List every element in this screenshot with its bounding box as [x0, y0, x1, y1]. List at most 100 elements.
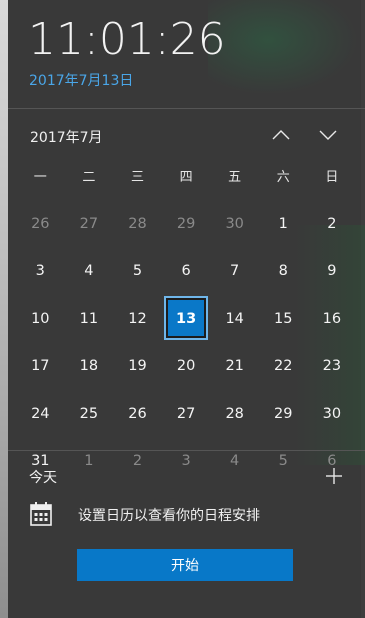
weekday-label: 日	[325, 170, 339, 185]
day-number: 11	[79, 310, 99, 327]
chevron-down-icon	[319, 130, 337, 140]
day-number: 24	[31, 405, 50, 422]
weekday-label: 一	[33, 170, 47, 185]
calendar-day-adjacent-month[interactable]: 3	[162, 438, 211, 486]
day-number: 6	[181, 263, 191, 280]
day-number: 28	[128, 215, 147, 232]
day-number: 26	[128, 405, 147, 422]
day-number: 22	[274, 358, 293, 375]
today-heading: 今天	[29, 470, 57, 486]
agenda-message: 设置日历以查看你的日程安排	[78, 508, 260, 524]
day-number: 17	[31, 358, 50, 375]
calendar-day[interactable]: 21	[210, 343, 259, 391]
weekday-label: 三	[130, 170, 144, 185]
day-number: 4	[230, 453, 240, 470]
calendar-day-adjacent-month[interactable]: 26	[16, 200, 65, 248]
calendar-day[interactable]: 23	[308, 343, 357, 391]
clock-time: 11:01:26	[28, 14, 226, 65]
calendar-day[interactable]: 15	[259, 295, 308, 343]
calendar-day[interactable]: 10	[16, 295, 65, 343]
day-number: 29	[274, 405, 293, 422]
calendar-day[interactable]: 20	[162, 343, 211, 391]
weekday-label: 五	[228, 170, 242, 185]
calendar-day[interactable]: 27	[162, 390, 211, 438]
day-number: 27	[79, 215, 99, 232]
calendar-day[interactable]: 18	[65, 343, 114, 391]
day-number: 5	[132, 263, 143, 280]
calendar-day[interactable]: 12	[113, 295, 162, 343]
calendar-day[interactable]: 4	[65, 248, 114, 296]
calendar-day-adjacent-month[interactable]: 2	[113, 438, 162, 486]
day-number: 12	[128, 310, 147, 327]
weekday-label: 二	[82, 170, 96, 185]
calendar-day[interactable]: 29	[259, 390, 308, 438]
next-month-button[interactable]	[313, 121, 343, 149]
calendar-day[interactable]: 22	[259, 343, 308, 391]
calendar-day[interactable]: 1	[259, 200, 308, 248]
month-title[interactable]: 2017年7月	[30, 127, 103, 147]
calendar-week-row: 24 25 26 27 28 29 30	[16, 390, 358, 438]
day-number: 27	[176, 405, 196, 422]
calendar-week-row: 3 4 5 6 7 8 9	[16, 248, 358, 296]
day-number: 20	[176, 358, 196, 375]
background-tint	[208, 0, 358, 95]
calendar-day-adjacent-month[interactable]: 5	[259, 438, 308, 486]
calendar-day-adjacent-month[interactable]: 27	[65, 200, 114, 248]
calendar-day[interactable]: 30	[308, 390, 357, 438]
calendar-day[interactable]: 9	[308, 248, 357, 296]
previous-month-button[interactable]	[266, 121, 296, 149]
calendar-day[interactable]: 17	[16, 343, 65, 391]
day-number: 28	[225, 405, 244, 422]
day-number: 15	[274, 310, 293, 327]
day-number: 3	[35, 263, 45, 280]
divider	[8, 450, 365, 451]
calendar-day-adjacent-month[interactable]: 29	[162, 200, 211, 248]
calendar-day[interactable]: 28	[210, 390, 259, 438]
day-number: 2	[327, 215, 337, 232]
calendar-day[interactable]: 25	[65, 390, 114, 438]
calendar-day-today[interactable]: 13	[162, 295, 211, 343]
calendar-day-adjacent-month[interactable]: 1	[65, 438, 114, 486]
day-number: 1	[278, 215, 288, 232]
weekday-label: 六	[276, 170, 290, 185]
calendar-day[interactable]: 16	[308, 295, 357, 343]
calendar-day[interactable]: 8	[259, 248, 308, 296]
calendar-week-row: 17 18 19 20 21 22 23	[16, 343, 358, 391]
calendar-day-adjacent-month[interactable]: 4	[210, 438, 259, 486]
calendar-grid: 26 27 28 29 30 1 2 3 4 5 6 7 8 9 10 11 12 13 14 15 16 17 18 19 2…	[16, 200, 358, 485]
clock-calendar-flyout: 11:01:26 2017年7月13日 2017年7月 一 二 三 四 五 六 …	[8, 0, 365, 618]
divider	[8, 108, 365, 109]
day-number: 29	[176, 215, 196, 232]
day-number: 7	[230, 263, 240, 280]
calendar-day[interactable]: 7	[210, 248, 259, 296]
calendar-day[interactable]: 14	[210, 295, 259, 343]
current-date-link[interactable]: 2017年7月13日	[29, 70, 133, 90]
chevron-up-icon	[272, 130, 290, 140]
calendar-day[interactable]: 5	[113, 248, 162, 296]
plus-icon	[326, 468, 342, 484]
calendar-week-row: 26 27 28 29 30 1 2	[16, 200, 358, 248]
day-number: 8	[278, 263, 288, 280]
day-number: 9	[327, 263, 337, 280]
calendar-day[interactable]: 26	[113, 390, 162, 438]
calendar-day[interactable]: 3	[16, 248, 65, 296]
day-number: 26	[31, 215, 50, 232]
calendar-day-adjacent-month[interactable]: 30	[210, 200, 259, 248]
day-number: 4	[84, 263, 94, 280]
day-number: 1	[84, 453, 94, 470]
day-number: 16	[322, 310, 342, 327]
day-number: 23	[322, 358, 342, 375]
day-number: 30	[322, 405, 342, 422]
calendar-day[interactable]: 11	[65, 295, 114, 343]
calendar-day[interactable]: 19	[113, 343, 162, 391]
day-number: 25	[79, 405, 99, 422]
add-event-button[interactable]	[321, 463, 347, 489]
calendar-day-adjacent-month[interactable]: 28	[113, 200, 162, 248]
day-number: 30	[225, 215, 244, 232]
calendar-day[interactable]: 2	[308, 200, 357, 248]
day-number: 2	[132, 453, 143, 470]
start-button[interactable]: 开始	[77, 549, 293, 581]
day-number: 13	[175, 310, 197, 327]
calendar-day[interactable]: 6	[162, 248, 211, 296]
calendar-day[interactable]: 24	[16, 390, 65, 438]
